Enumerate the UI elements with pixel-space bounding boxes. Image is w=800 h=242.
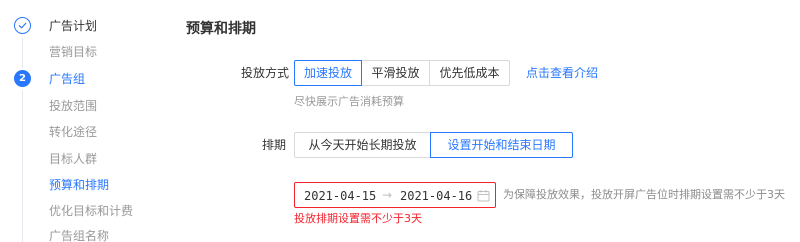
delivery-method-selector: 加速投放 平滑投放 优先低成本 [294,60,510,86]
date-range-picker[interactable]: 2021-04-15 → 2021-04-16 [294,182,496,208]
sidebar-item-budget-schedule[interactable]: 预算和排期 [49,177,109,193]
schedule-option-long-term[interactable]: 从今天开始长期投放 [294,132,431,158]
schedule-option-date-range[interactable]: 设置开始和结束日期 [430,132,573,158]
step-ad-plan[interactable]: 广告计划 [49,18,97,34]
step-connector [22,90,23,242]
schedule-label: 排期 [262,138,287,152]
delivery-method-label: 投放方式 [241,66,290,80]
arrow-right-icon: → [382,188,393,202]
sidebar-item-delivery-scope[interactable]: 投放范围 [49,98,97,114]
end-date-input[interactable]: 2021-04-16 [400,188,472,204]
calendar-icon[interactable] [477,189,490,202]
sidebar-item-target-audience[interactable]: 目标人群 [49,151,97,167]
step-ad-group[interactable]: 广告组 [49,71,85,87]
schedule-note: 为保障投放效果，投放开屏广告位时排期设置需不少于3天 [503,188,785,201]
sidebar-item-optimization-billing[interactable]: 优化目标和计费 [49,203,133,219]
step-connector [22,38,23,68]
sidebar-item-marketing-goal[interactable]: 营销目标 [49,44,97,60]
schedule-error-message: 投放排期设置需不少于3天 [294,212,422,225]
view-intro-link[interactable]: 点击查看介绍 [526,65,598,81]
delivery-option-smooth[interactable]: 平滑投放 [361,60,430,86]
page-title: 预算和排期 [186,21,256,37]
step-sidebar: 广告计划 营销目标 2 广告组 投放范围 转化途径 目标人群 预算和排期 优化目… [0,0,170,242]
step-number-badge: 2 [14,70,31,87]
schedule-selector: 从今天开始长期投放 设置开始和结束日期 [294,132,573,158]
sidebar-item-conversion-path[interactable]: 转化途径 [49,124,97,140]
delivery-option-low-cost[interactable]: 优先低成本 [429,60,510,86]
delivery-method-helper: 尽快展示广告消耗预算 [294,95,404,108]
start-date-input[interactable]: 2021-04-15 [304,188,376,204]
check-icon [14,17,31,34]
sidebar-item-ad-group-name[interactable]: 广告组名称 [49,228,109,242]
delivery-option-accelerated[interactable]: 加速投放 [294,60,362,86]
